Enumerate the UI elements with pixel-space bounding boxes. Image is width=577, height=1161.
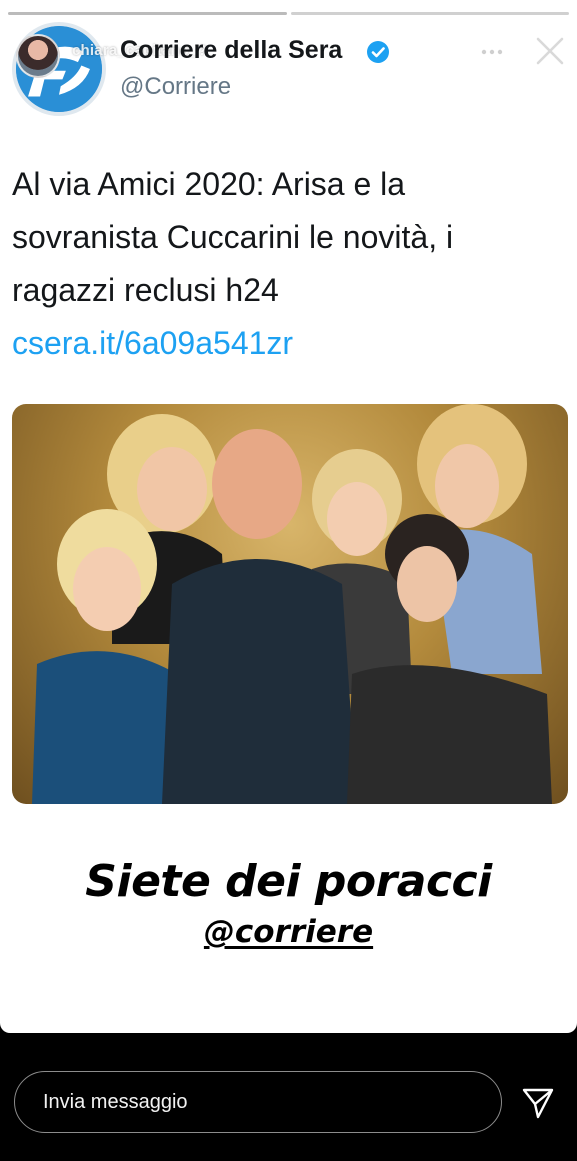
tweet-display-name: Corriere della Sera	[120, 36, 343, 64]
story-card: chiara_capitano_? Corriere della Sera @C…	[0, 0, 577, 1033]
sticker-mention[interactable]: @corriere	[0, 914, 577, 950]
close-icon[interactable]	[533, 34, 567, 68]
verified-badge-icon	[367, 41, 389, 63]
message-input[interactable]	[14, 1071, 502, 1133]
tweet-body: Al via Amici 2020: Arisa e la sovranista…	[12, 158, 552, 370]
tweet-link[interactable]: csera.it/6a09a541zr	[12, 325, 293, 361]
reply-bar	[0, 1033, 577, 1161]
progress-segment	[290, 12, 569, 15]
send-paper-plane-icon[interactable]	[520, 1085, 556, 1121]
story-progress-bar	[8, 12, 569, 16]
progress-segment	[8, 12, 287, 15]
more-dots-icon[interactable]	[480, 40, 504, 64]
tweet-photo[interactable]	[12, 404, 568, 804]
story-user-avatar[interactable]	[16, 34, 60, 78]
sticker-text: Siete dei poracci	[85, 856, 492, 907]
tweet-handle: @Corriere	[120, 73, 232, 100]
tweet-text: Al via Amici 2020: Arisa e la sovranista…	[12, 166, 454, 308]
